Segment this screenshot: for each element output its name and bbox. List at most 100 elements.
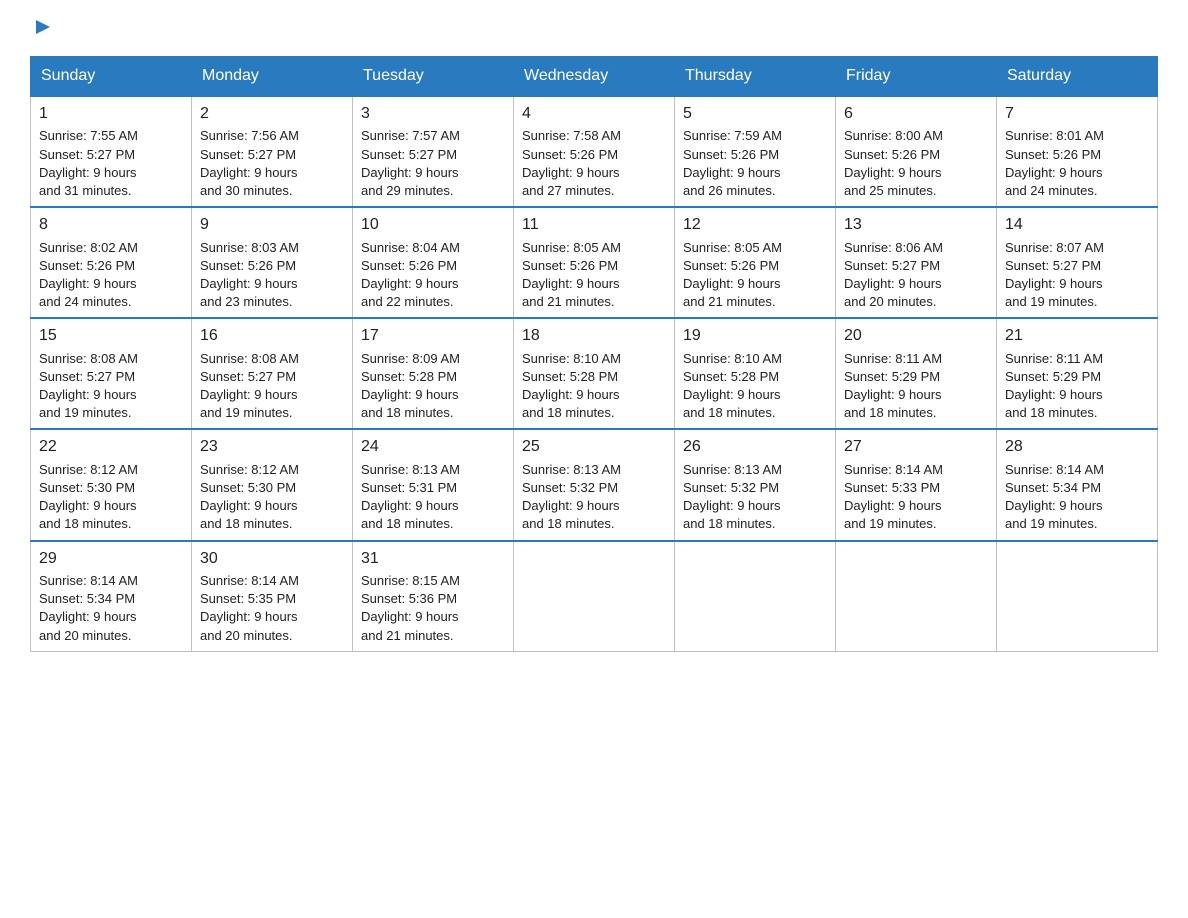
day-info: Sunrise: 8:13 AMSunset: 5:32 PMDaylight:…	[683, 461, 827, 534]
day-info: Sunrise: 8:13 AMSunset: 5:31 PMDaylight:…	[361, 461, 505, 534]
day-number: 9	[200, 214, 344, 236]
day-cell: 31 Sunrise: 8:15 AMSunset: 5:36 PMDaylig…	[353, 541, 514, 652]
day-number: 13	[844, 214, 988, 236]
header-wednesday: Wednesday	[514, 57, 675, 97]
header-thursday: Thursday	[675, 57, 836, 97]
header-saturday: Saturday	[997, 57, 1158, 97]
day-number: 5	[683, 103, 827, 125]
day-info: Sunrise: 7:57 AMSunset: 5:27 PMDaylight:…	[361, 127, 505, 200]
day-info: Sunrise: 8:08 AMSunset: 5:27 PMDaylight:…	[200, 350, 344, 423]
day-info: Sunrise: 8:11 AMSunset: 5:29 PMDaylight:…	[1005, 350, 1149, 423]
day-cell: 4 Sunrise: 7:58 AMSunset: 5:26 PMDayligh…	[514, 96, 675, 207]
day-cell: 23 Sunrise: 8:12 AMSunset: 5:30 PMDaylig…	[192, 429, 353, 540]
day-cell: 20 Sunrise: 8:11 AMSunset: 5:29 PMDaylig…	[836, 318, 997, 429]
day-cell: 16 Sunrise: 8:08 AMSunset: 5:27 PMDaylig…	[192, 318, 353, 429]
day-number: 20	[844, 325, 988, 347]
day-info: Sunrise: 8:15 AMSunset: 5:36 PMDaylight:…	[361, 572, 505, 645]
day-info: Sunrise: 8:01 AMSunset: 5:26 PMDaylight:…	[1005, 127, 1149, 200]
week-row-4: 22 Sunrise: 8:12 AMSunset: 5:30 PMDaylig…	[31, 429, 1158, 540]
week-row-1: 1 Sunrise: 7:55 AMSunset: 5:27 PMDayligh…	[31, 96, 1158, 207]
page-header	[30, 20, 1158, 38]
day-cell: 28 Sunrise: 8:14 AMSunset: 5:34 PMDaylig…	[997, 429, 1158, 540]
day-number: 24	[361, 436, 505, 458]
day-number: 22	[39, 436, 183, 458]
day-cell: 24 Sunrise: 8:13 AMSunset: 5:31 PMDaylig…	[353, 429, 514, 540]
day-number: 2	[200, 103, 344, 125]
day-info: Sunrise: 8:02 AMSunset: 5:26 PMDaylight:…	[39, 239, 183, 312]
day-info: Sunrise: 8:14 AMSunset: 5:34 PMDaylight:…	[1005, 461, 1149, 534]
day-info: Sunrise: 8:05 AMSunset: 5:26 PMDaylight:…	[522, 239, 666, 312]
header-sunday: Sunday	[31, 57, 192, 97]
day-info: Sunrise: 8:04 AMSunset: 5:26 PMDaylight:…	[361, 239, 505, 312]
day-cell: 30 Sunrise: 8:14 AMSunset: 5:35 PMDaylig…	[192, 541, 353, 652]
day-cell	[675, 541, 836, 652]
day-cell	[836, 541, 997, 652]
day-info: Sunrise: 8:11 AMSunset: 5:29 PMDaylight:…	[844, 350, 988, 423]
day-cell: 6 Sunrise: 8:00 AMSunset: 5:26 PMDayligh…	[836, 96, 997, 207]
day-cell: 18 Sunrise: 8:10 AMSunset: 5:28 PMDaylig…	[514, 318, 675, 429]
day-info: Sunrise: 8:14 AMSunset: 5:34 PMDaylight:…	[39, 572, 183, 645]
day-number: 11	[522, 214, 666, 236]
day-number: 10	[361, 214, 505, 236]
day-cell: 26 Sunrise: 8:13 AMSunset: 5:32 PMDaylig…	[675, 429, 836, 540]
day-cell	[514, 541, 675, 652]
day-info: Sunrise: 8:09 AMSunset: 5:28 PMDaylight:…	[361, 350, 505, 423]
day-cell: 21 Sunrise: 8:11 AMSunset: 5:29 PMDaylig…	[997, 318, 1158, 429]
day-number: 15	[39, 325, 183, 347]
logo-arrow-icon	[32, 16, 54, 38]
day-number: 26	[683, 436, 827, 458]
day-number: 30	[200, 548, 344, 570]
day-number: 29	[39, 548, 183, 570]
day-number: 6	[844, 103, 988, 125]
day-number: 12	[683, 214, 827, 236]
week-row-2: 8 Sunrise: 8:02 AMSunset: 5:26 PMDayligh…	[31, 207, 1158, 318]
day-number: 21	[1005, 325, 1149, 347]
header-monday: Monday	[192, 57, 353, 97]
day-number: 1	[39, 103, 183, 125]
header-tuesday: Tuesday	[353, 57, 514, 97]
day-info: Sunrise: 7:58 AMSunset: 5:26 PMDaylight:…	[522, 127, 666, 200]
day-cell: 12 Sunrise: 8:05 AMSunset: 5:26 PMDaylig…	[675, 207, 836, 318]
day-cell: 1 Sunrise: 7:55 AMSunset: 5:27 PMDayligh…	[31, 96, 192, 207]
day-info: Sunrise: 8:06 AMSunset: 5:27 PMDaylight:…	[844, 239, 988, 312]
day-cell: 15 Sunrise: 8:08 AMSunset: 5:27 PMDaylig…	[31, 318, 192, 429]
day-cell: 9 Sunrise: 8:03 AMSunset: 5:26 PMDayligh…	[192, 207, 353, 318]
day-cell: 27 Sunrise: 8:14 AMSunset: 5:33 PMDaylig…	[836, 429, 997, 540]
day-info: Sunrise: 8:05 AMSunset: 5:26 PMDaylight:…	[683, 239, 827, 312]
day-number: 28	[1005, 436, 1149, 458]
week-row-3: 15 Sunrise: 8:08 AMSunset: 5:27 PMDaylig…	[31, 318, 1158, 429]
day-number: 8	[39, 214, 183, 236]
day-number: 23	[200, 436, 344, 458]
day-info: Sunrise: 8:10 AMSunset: 5:28 PMDaylight:…	[683, 350, 827, 423]
day-cell: 3 Sunrise: 7:57 AMSunset: 5:27 PMDayligh…	[353, 96, 514, 207]
day-info: Sunrise: 7:55 AMSunset: 5:27 PMDaylight:…	[39, 127, 183, 200]
day-number: 25	[522, 436, 666, 458]
day-cell: 29 Sunrise: 8:14 AMSunset: 5:34 PMDaylig…	[31, 541, 192, 652]
day-cell	[997, 541, 1158, 652]
day-number: 14	[1005, 214, 1149, 236]
day-number: 16	[200, 325, 344, 347]
calendar-table: SundayMondayTuesdayWednesdayThursdayFrid…	[30, 56, 1158, 652]
day-info: Sunrise: 8:08 AMSunset: 5:27 PMDaylight:…	[39, 350, 183, 423]
day-cell: 22 Sunrise: 8:12 AMSunset: 5:30 PMDaylig…	[31, 429, 192, 540]
day-info: Sunrise: 8:03 AMSunset: 5:26 PMDaylight:…	[200, 239, 344, 312]
day-info: Sunrise: 8:10 AMSunset: 5:28 PMDaylight:…	[522, 350, 666, 423]
logo	[30, 20, 54, 38]
day-cell: 5 Sunrise: 7:59 AMSunset: 5:26 PMDayligh…	[675, 96, 836, 207]
day-cell: 17 Sunrise: 8:09 AMSunset: 5:28 PMDaylig…	[353, 318, 514, 429]
day-cell: 19 Sunrise: 8:10 AMSunset: 5:28 PMDaylig…	[675, 318, 836, 429]
day-number: 19	[683, 325, 827, 347]
week-row-5: 29 Sunrise: 8:14 AMSunset: 5:34 PMDaylig…	[31, 541, 1158, 652]
day-cell: 13 Sunrise: 8:06 AMSunset: 5:27 PMDaylig…	[836, 207, 997, 318]
day-info: Sunrise: 8:07 AMSunset: 5:27 PMDaylight:…	[1005, 239, 1149, 312]
day-cell: 14 Sunrise: 8:07 AMSunset: 5:27 PMDaylig…	[997, 207, 1158, 318]
day-cell: 7 Sunrise: 8:01 AMSunset: 5:26 PMDayligh…	[997, 96, 1158, 207]
day-info: Sunrise: 8:12 AMSunset: 5:30 PMDaylight:…	[200, 461, 344, 534]
day-cell: 11 Sunrise: 8:05 AMSunset: 5:26 PMDaylig…	[514, 207, 675, 318]
day-info: Sunrise: 7:59 AMSunset: 5:26 PMDaylight:…	[683, 127, 827, 200]
day-number: 3	[361, 103, 505, 125]
day-number: 17	[361, 325, 505, 347]
day-cell: 8 Sunrise: 8:02 AMSunset: 5:26 PMDayligh…	[31, 207, 192, 318]
day-number: 27	[844, 436, 988, 458]
day-info: Sunrise: 8:14 AMSunset: 5:35 PMDaylight:…	[200, 572, 344, 645]
